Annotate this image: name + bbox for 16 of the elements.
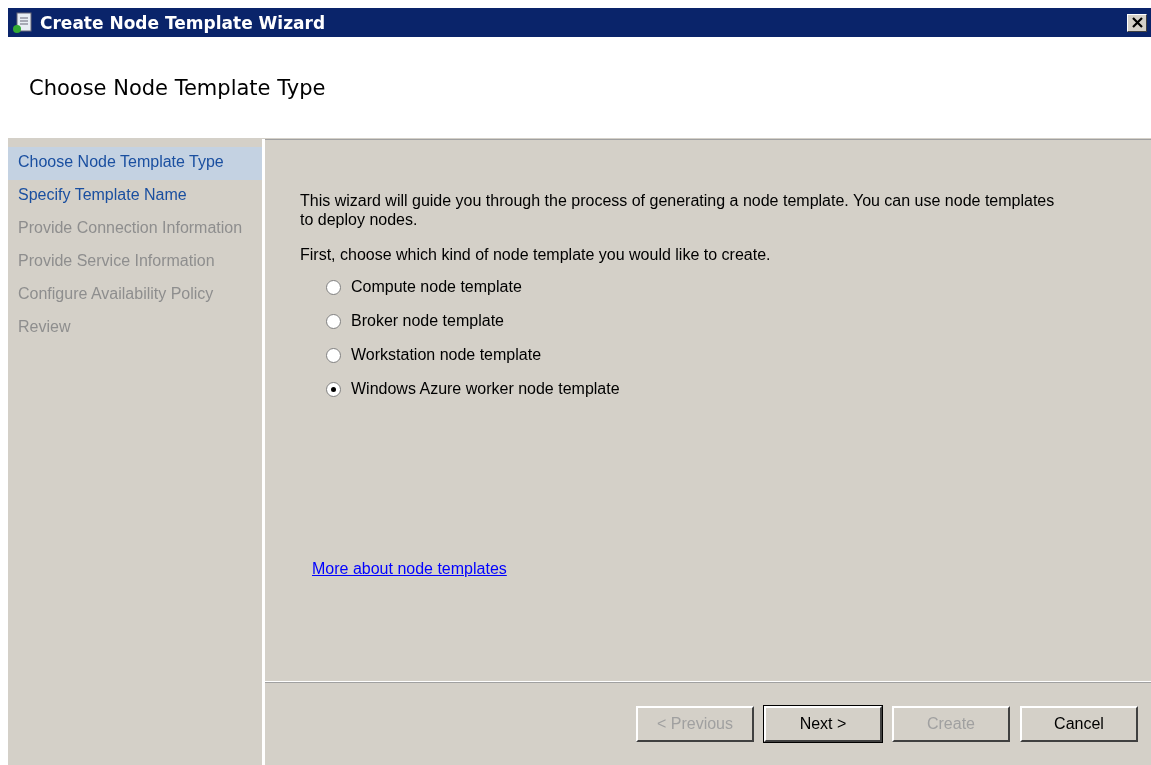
document-icon — [12, 11, 34, 34]
wizard-button[interactable]: Cancel — [1020, 706, 1138, 742]
wizard-step[interactable]: Specify Template Name — [8, 180, 262, 213]
page-heading: Choose Node Template Type — [29, 75, 326, 100]
help-link[interactable]: More about node templates — [312, 560, 507, 577]
wizard-step[interactable]: Choose Node Template Type — [8, 147, 262, 180]
radio-button[interactable] — [326, 279, 341, 295]
intro-text: This wizard will guide you through the process of generating a node template. You can use node templates to deploy nodes. — [300, 191, 1056, 229]
window-title: Create Node Template Wizard — [40, 12, 327, 33]
prompt-text: First, choose which kind of node template you would like to create. — [300, 245, 772, 264]
radio-button[interactable] — [326, 381, 341, 397]
wizard-button[interactable]: Next > — [764, 706, 882, 742]
radio-button[interactable] — [326, 347, 341, 363]
close-icon — [1131, 17, 1143, 28]
radio-button[interactable] — [326, 313, 341, 329]
close-button[interactable] — [1127, 13, 1147, 32]
